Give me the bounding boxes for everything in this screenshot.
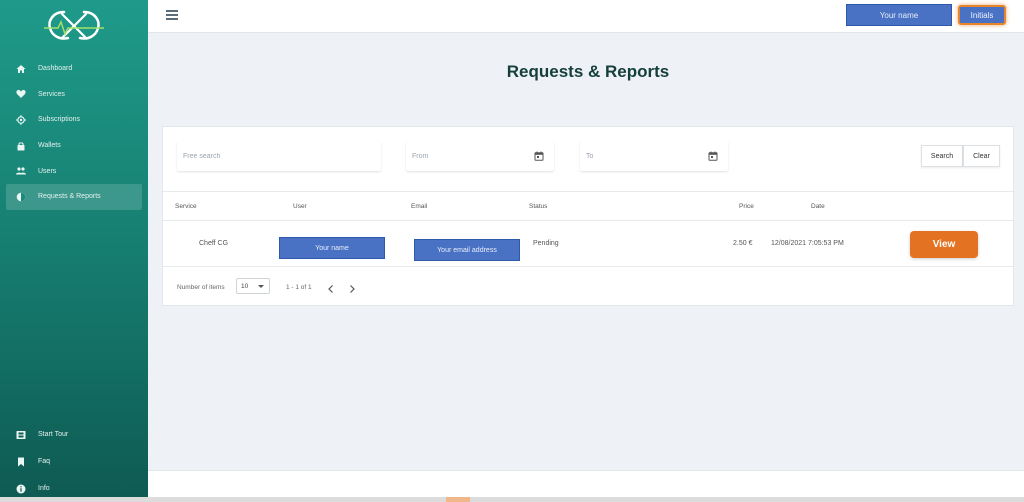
top-bar: Your name Initials [148, 0, 1024, 33]
to-date-field[interactable] [580, 141, 728, 171]
page-size-select[interactable]: 10 [236, 278, 270, 294]
chevron-left-icon[interactable] [326, 281, 336, 293]
sidebar-item-start-tour[interactable]: Start Tour [0, 421, 148, 448]
sidebar-item-requests-reports[interactable]: Requests & Reports [6, 183, 142, 210]
view-button[interactable]: View [910, 231, 978, 258]
free-search-field[interactable] [177, 141, 381, 171]
sidebar-item-label: Dashboard [38, 65, 73, 73]
sidebar-item-label: Info [38, 485, 50, 492]
search-button[interactable]: Search [921, 145, 963, 167]
table-row: Cheff CG Your name Your email address Pe… [163, 221, 1013, 267]
bookmark-icon [16, 457, 26, 467]
sidebar-item-dashboard[interactable]: Dashboard [0, 56, 148, 82]
column-header-price: Price [739, 203, 754, 210]
sidebar-item-label: Faq [38, 458, 51, 465]
column-header-email: Email [411, 203, 428, 210]
sidebar-item-label: Subscriptions [38, 116, 81, 124]
column-header-date: Date [811, 203, 825, 210]
free-search-input[interactable] [183, 152, 381, 160]
column-header-user: User [293, 203, 307, 210]
lock-icon [16, 141, 26, 151]
page-range: 1 - 1 of 1 [286, 284, 312, 291]
sidebar-bottom-nav: Start Tour Faq Info [0, 421, 148, 502]
scrollbar-thumb[interactable] [446, 497, 470, 502]
column-header-status: Status [529, 203, 548, 210]
cell-user: Your name [279, 237, 385, 259]
user-name-button[interactable]: Your name [846, 4, 952, 26]
chevron-right-icon[interactable] [347, 281, 357, 293]
sidebar-item-label: Wallets [38, 142, 61, 150]
pagination: Number of items 10 1 - 1 of 1 [163, 275, 1013, 299]
cell-date: 12/08/2021 7:05:53 PM [771, 240, 844, 247]
page-size-value: 10 [241, 282, 249, 290]
users-icon [16, 166, 26, 176]
calendar-icon[interactable] [534, 151, 544, 161]
sidebar-item-users[interactable]: Users [0, 158, 148, 184]
cell-email: Your email address [414, 239, 520, 261]
column-header-service: Service [175, 203, 197, 210]
sidebar-nav: Dashboard Services Subscriptions Wallets… [0, 56, 148, 210]
sidebar-item-label: Users [38, 167, 57, 175]
requests-card: Search Clear Service User Email Status P… [162, 126, 1014, 306]
sidebar: Dashboard Services Subscriptions Wallets… [0, 0, 148, 502]
sidebar-item-label: Start Tour [38, 431, 69, 438]
heart-icon [16, 89, 26, 99]
sidebar-item-wallets[interactable]: Wallets [0, 133, 148, 159]
film-icon [16, 430, 26, 440]
calendar-icon[interactable] [708, 151, 718, 161]
half-circle-icon [16, 192, 26, 202]
sidebar-item-subscriptions[interactable]: Subscriptions [0, 107, 148, 133]
sidebar-item-services[interactable]: Services [0, 82, 148, 108]
hamburger-menu-icon[interactable] [166, 10, 178, 22]
page-title: Requests & Reports [506, 62, 670, 81]
cell-service: Cheff CG [199, 240, 229, 247]
caret-down-icon [258, 285, 264, 288]
cell-status: Pending [533, 240, 559, 247]
clear-button[interactable]: Clear [963, 145, 1000, 167]
from-date-input[interactable] [412, 152, 554, 160]
cog-icon [16, 114, 26, 125]
table-header: Service User Email Status Price Date [163, 191, 1013, 221]
horizontal-scrollbar[interactable] [0, 497, 1024, 502]
sidebar-item-label: Services [38, 90, 65, 98]
items-per-page-label: Number of items [177, 284, 225, 291]
from-date-field[interactable] [406, 141, 554, 171]
cell-price: 2.50 € [733, 240, 753, 247]
sidebar-item-faq[interactable]: Faq [0, 448, 148, 475]
brand-logo [40, 4, 108, 48]
to-date-input[interactable] [586, 152, 728, 160]
sidebar-item-label: Requests & Reports [38, 193, 101, 201]
info-icon [16, 484, 26, 494]
user-initials-button[interactable]: Initials [958, 5, 1006, 25]
home-icon [16, 64, 26, 74]
